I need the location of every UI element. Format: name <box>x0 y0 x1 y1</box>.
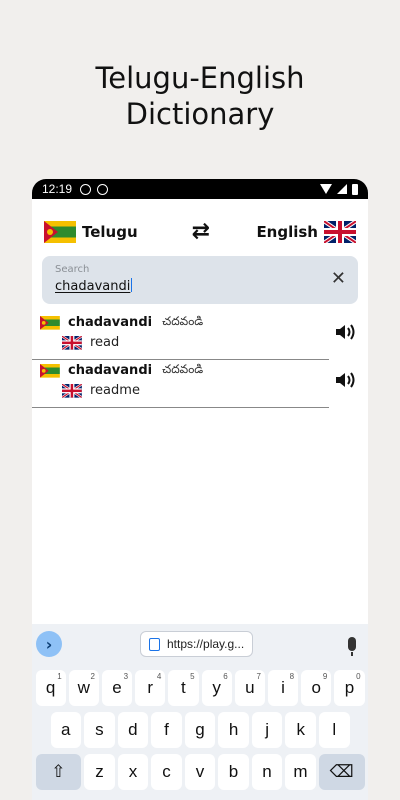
target-language[interactable]: English <box>256 223 318 241</box>
shift-icon[interactable]: ⇧ <box>35 754 82 790</box>
key-h[interactable]: h <box>218 712 249 748</box>
text-cursor <box>131 278 133 292</box>
keyboard-row-2: asdfghjkl <box>32 712 368 748</box>
wifi-icon <box>320 184 332 194</box>
key-e[interactable]: e3 <box>101 670 133 706</box>
key-u[interactable]: u7 <box>234 670 265 706</box>
key-c[interactable]: c <box>151 754 182 790</box>
promo-title-line2: Dictionary <box>125 97 275 131</box>
key-f[interactable]: f <box>151 712 182 748</box>
phone-screen: 12:19 Telugu ⇄ English Search chadavandi… <box>32 179 368 800</box>
key-b[interactable]: b <box>218 754 249 790</box>
telugu-flag-icon <box>40 315 60 330</box>
key-m[interactable]: m <box>285 754 316 790</box>
telugu-flag-icon <box>44 221 76 243</box>
result-word: chadavandi <box>68 363 153 378</box>
battery-icon <box>352 183 358 195</box>
key-a[interactable]: a <box>50 712 82 748</box>
key-o[interactable]: o9 <box>301 670 332 706</box>
search-field[interactable]: Search chadavandi ✕ <box>42 256 358 304</box>
key-x[interactable]: x <box>117 754 149 790</box>
clipboard-icon <box>149 637 160 651</box>
source-language[interactable]: Telugu <box>82 223 138 241</box>
clear-icon[interactable]: ✕ <box>331 269 346 289</box>
key-w[interactable]: w2 <box>68 670 99 706</box>
signal-icon <box>337 184 347 194</box>
language-bar: Telugu ⇄ English <box>32 217 368 247</box>
search-label: Search <box>55 264 90 275</box>
uk-flag-icon <box>324 221 356 243</box>
clipboard-suggestion[interactable]: https://play.g... <box>140 631 254 657</box>
status-time: 12:19 <box>42 182 73 196</box>
key-k[interactable]: k <box>285 712 316 748</box>
on-screen-keyboard: › https://play.g... q1w2e3r4t5y6u7i8o9p0… <box>32 624 368 800</box>
key-g[interactable]: g <box>184 712 216 748</box>
key-r[interactable]: r4 <box>135 670 166 706</box>
key-n[interactable]: n <box>251 754 283 790</box>
result-telugu: చదవండి <box>162 314 204 328</box>
key-z[interactable]: z <box>84 754 115 790</box>
vpn-shield-icon <box>80 183 92 195</box>
keyboard-row-1: q1w2e3r4t5y6u7i8o9p0 <box>32 670 368 706</box>
promo-title: Telugu-English Dictionary <box>0 60 400 132</box>
uk-flag-icon <box>62 335 82 350</box>
speaker-icon[interactable] <box>334 370 356 390</box>
key-l[interactable]: l <box>319 712 350 748</box>
result-telugu: చదవండి <box>162 362 204 376</box>
mic-icon[interactable] <box>348 637 356 656</box>
key-j[interactable]: j <box>251 712 283 748</box>
key-s[interactable]: s <box>84 712 115 748</box>
divider <box>32 407 329 408</box>
app-notification-icon <box>97 183 109 195</box>
status-bar: 12:19 <box>32 179 368 199</box>
speaker-icon[interactable] <box>334 322 356 342</box>
keyboard-row-3: ⇧ z x c v b n m ⌫ <box>32 754 368 790</box>
key-d[interactable]: d <box>117 712 149 748</box>
key-y[interactable]: y6 <box>201 670 232 706</box>
backspace-icon[interactable]: ⌫ <box>318 754 365 790</box>
chevron-right-icon[interactable]: › <box>36 631 62 657</box>
telugu-flag-icon <box>40 363 60 378</box>
list-item[interactable]: chadavandi చదవండి readme <box>32 360 368 408</box>
key-p[interactable]: p0 <box>334 670 365 706</box>
key-i[interactable]: i8 <box>267 670 299 706</box>
swap-arrows-icon[interactable]: ⇄ <box>192 221 220 243</box>
list-item[interactable]: chadavandi చదవండి read <box>32 312 368 360</box>
clipboard-text: https://play.g... <box>167 637 245 651</box>
key-q[interactable]: q1 <box>35 670 66 706</box>
results-list: chadavandi చదవండి read chadavandi చదవండి <box>32 312 368 408</box>
result-word: chadavandi <box>68 315 153 330</box>
keyboard-toolbar: › https://play.g... <box>32 624 368 664</box>
key-v[interactable]: v <box>184 754 216 790</box>
promo-title-line1: Telugu-English <box>95 61 305 95</box>
uk-flag-icon <box>62 383 82 398</box>
search-input[interactable]: chadavandi <box>55 278 133 294</box>
result-english: readme <box>90 383 140 398</box>
key-t[interactable]: t5 <box>168 670 199 706</box>
result-english: read <box>90 335 120 350</box>
